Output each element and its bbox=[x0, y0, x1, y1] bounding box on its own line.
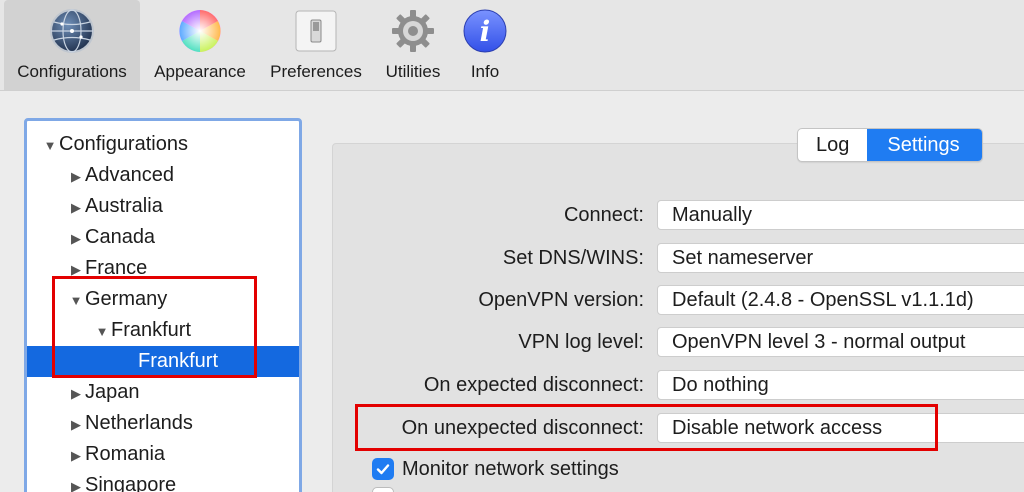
checkmark-icon bbox=[376, 464, 390, 475]
tree-item-australia[interactable]: ▶ Australia bbox=[27, 191, 299, 222]
expected-disconnect-select[interactable]: Do nothing bbox=[657, 370, 1024, 400]
disclosure-right-icon[interactable]: ▶ bbox=[67, 223, 85, 254]
tree-item-label: Netherlands bbox=[85, 412, 193, 434]
tree-item-frankfurt-folder[interactable]: ▼ Frankfurt bbox=[27, 315, 299, 346]
tree-item-label: Frankfurt bbox=[138, 350, 219, 372]
tree-item-label: Configurations bbox=[59, 133, 188, 155]
tree-item-label: Advanced bbox=[85, 164, 174, 186]
dns-select[interactable]: Set nameserver bbox=[657, 243, 1024, 273]
tree-item-label: Romania bbox=[85, 443, 166, 465]
dns-label: Set DNS/WINS: bbox=[502, 247, 644, 269]
openvpn-version-select[interactable]: Default (2.4.8 - OpenSSL v1.1.1d) bbox=[657, 285, 1024, 315]
tree-item-netherlands[interactable]: ▶ Netherlands bbox=[27, 408, 299, 439]
info-icon: i bbox=[460, 6, 510, 56]
tree-item-france[interactable]: ▶ France bbox=[27, 253, 299, 284]
toolbar-preferences[interactable]: Preferences bbox=[262, 0, 370, 90]
log-settings-segmented-control[interactable]: Log Settings bbox=[797, 128, 983, 162]
tab-settings[interactable]: Settings bbox=[867, 129, 982, 161]
tree-item-canada[interactable]: ▶ Canada bbox=[27, 222, 299, 253]
tree-item-label: France bbox=[85, 257, 148, 279]
tree-item-label: Germany bbox=[85, 288, 168, 310]
disclosure-right-icon[interactable]: ▶ bbox=[67, 161, 85, 192]
tree-item-label: Japan bbox=[85, 381, 140, 403]
next-checkbox[interactable] bbox=[372, 487, 394, 492]
toolbar-label: Preferences bbox=[270, 62, 362, 81]
tree-item-advanced[interactable]: ▶ Advanced bbox=[27, 160, 299, 191]
disclosure-down-icon[interactable]: ▼ bbox=[93, 316, 111, 347]
openvpn-version-label: OpenVPN version: bbox=[478, 289, 644, 311]
toolbar-configurations[interactable]: Configurations bbox=[4, 0, 140, 90]
configurations-tree[interactable]: ▼ Configurations ▶ Advanced ▶ Australia ▶ Ca… bbox=[24, 118, 302, 492]
connect-label: Connect: bbox=[563, 204, 644, 226]
tree-item-frankfurt-selected[interactable]: Frankfurt bbox=[27, 346, 299, 377]
expected-disconnect-label: On expected disconnect: bbox=[423, 374, 644, 396]
disclosure-down-icon[interactable]: ▼ bbox=[67, 285, 85, 316]
disclosure-down-icon[interactable]: ▼ bbox=[41, 130, 59, 161]
tree-item-japan[interactable]: ▶ Japan bbox=[27, 377, 299, 408]
tree-item-label: Australia bbox=[85, 195, 163, 217]
tab-log[interactable]: Log bbox=[798, 129, 867, 161]
toolbar-label: Appearance bbox=[154, 62, 246, 81]
disclosure-right-icon[interactable]: ▶ bbox=[67, 254, 85, 285]
tree-item-singapore[interactable]: ▶ Singapore bbox=[27, 470, 299, 492]
toolbar: Configurations Appearance Preferences Ut… bbox=[0, 0, 1024, 91]
monitor-network-row[interactable]: Monitor network settings bbox=[372, 456, 619, 482]
globe-icon bbox=[47, 6, 97, 56]
disclosure-right-icon[interactable]: ▶ bbox=[67, 409, 85, 440]
tunnelblick-window: Configurations Appearance Preferences Ut… bbox=[0, 0, 1024, 492]
monitor-network-checkbox[interactable] bbox=[372, 458, 394, 480]
disclosure-right-icon[interactable]: ▶ bbox=[67, 378, 85, 409]
toolbar-appearance[interactable]: Appearance bbox=[145, 0, 255, 90]
gear-icon bbox=[388, 6, 438, 56]
toolbar-label: Utilities bbox=[385, 62, 441, 81]
toolbar-label: Configurations bbox=[17, 62, 127, 81]
log-level-select[interactable]: OpenVPN level 3 - normal output bbox=[657, 327, 1024, 357]
disclosure-right-icon[interactable]: ▶ bbox=[67, 192, 85, 223]
monitor-network-label: Monitor network settings bbox=[402, 457, 619, 480]
log-level-label: VPN log level: bbox=[518, 331, 644, 353]
tree-item-germany[interactable]: ▼ Germany bbox=[27, 284, 299, 315]
unexpected-disconnect-select[interactable]: Disable network access bbox=[657, 413, 1024, 443]
disclosure-right-icon[interactable]: ▶ bbox=[67, 440, 85, 471]
tree-item-romania[interactable]: ▶ Romania bbox=[27, 439, 299, 470]
toolbar-utilities[interactable]: Utilities bbox=[376, 0, 450, 90]
svg-text:i: i bbox=[480, 15, 491, 48]
disclosure-right-icon[interactable]: ▶ bbox=[67, 471, 85, 492]
switch-icon bbox=[291, 6, 341, 56]
color-wheel-icon bbox=[175, 6, 225, 56]
toolbar-info[interactable]: i Info bbox=[455, 0, 515, 90]
tree-item-label: Canada bbox=[85, 226, 156, 248]
unexpected-disconnect-label: On unexpected disconnect: bbox=[401, 417, 644, 439]
tree-item-label: Frankfurt bbox=[111, 319, 192, 341]
tree-item-label: Singapore bbox=[85, 474, 177, 492]
toolbar-label: Info bbox=[470, 62, 500, 81]
tree-item-configurations[interactable]: ▼ Configurations bbox=[27, 129, 299, 160]
connect-select[interactable]: Manually bbox=[657, 200, 1024, 230]
